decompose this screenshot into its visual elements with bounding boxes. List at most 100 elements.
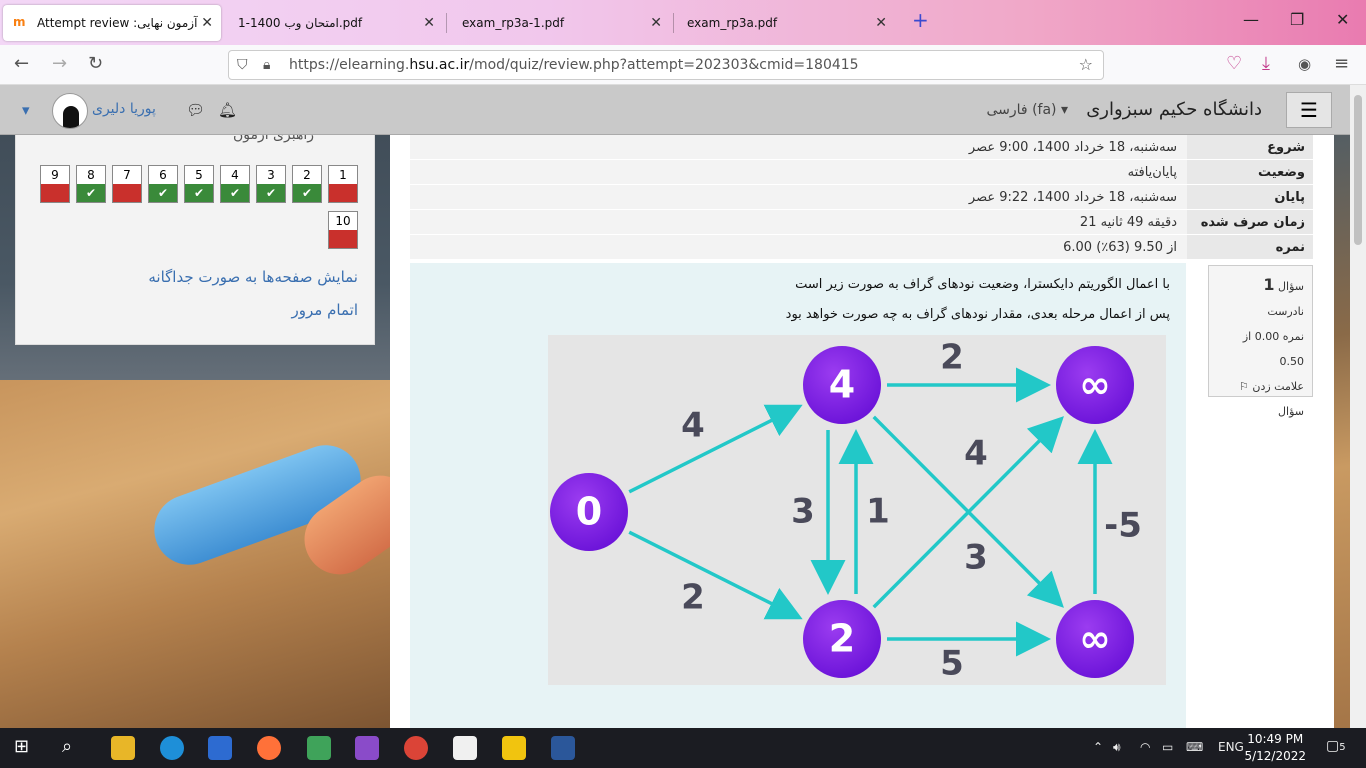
url-host: hsu.ac.ir [409,57,470,73]
language-label: فارسی (fa) [986,102,1057,118]
user-menu-caret-icon[interactable]: ▾ [22,101,30,119]
forward-icon[interactable]: → [52,53,67,74]
restore-icon[interactable]: ❐ [1290,10,1304,29]
summary-value: 6.00 از 9.50 (63٪) [410,235,1187,259]
input-language[interactable]: ENG [1218,740,1244,754]
keyboard-icon[interactable]: ⌨ [1186,740,1203,754]
question-nav-number: 4 [231,168,239,182]
new-tab-icon[interactable]: + [912,8,929,32]
tab-attempt-review[interactable]: m Attempt review :آزمون نهایی ✕ [3,5,221,41]
question-nav-button[interactable]: 3 ✔ [256,165,286,203]
flag-label: علامت زدن سؤال [1252,380,1304,418]
graph-figure: 4 2 3 1 2 3 4 5 -5 0 4 2 ∞ ∞ [548,335,1166,685]
minimize-icon[interactable]: — [1243,10,1259,29]
tab-exam-rp3a-1[interactable]: exam_rp3a-1.pdf ✕ [452,5,670,41]
graph-node-label: ∞ [1079,363,1111,407]
scrollbar-thumb[interactable] [1354,95,1362,245]
firefox-icon[interactable] [257,736,281,760]
chrome-icon[interactable] [404,736,428,760]
reload-icon[interactable]: ↻ [88,53,103,74]
check-icon: ✔ [221,184,249,202]
shield-icon[interactable]: ⛉ [237,51,248,79]
caret-down-icon: ▾ [1060,102,1068,118]
close-icon[interactable]: ✕ [423,15,435,31]
question-nav-button[interactable]: 1 [328,165,358,203]
question-nav-button[interactable]: 4 ✔ [220,165,250,203]
page-scrollbar[interactable] [1350,85,1366,728]
lock-icon: 🔒︎ [263,57,271,73]
battery-icon[interactable]: ▭ [1162,740,1173,754]
summary-key: پایان [1187,185,1313,209]
question-nav-button[interactable]: 8 ✔ [76,165,106,203]
store-icon[interactable] [208,736,232,760]
summary-key: شروع [1187,135,1313,159]
url-prefix: https://elearning. [289,57,410,73]
file-explorer-icon[interactable] [111,736,135,760]
quiz-navigation-block: راهبری آزمون 1 2 ✔ 3 ✔ 4 ✔ 5 ✔ 6 ✔ 7 8 ✔ 9 10 نمایش صفح… [15,120,375,345]
edge-weight-label: 2 [681,578,705,618]
edge-weight-label: 3 [791,492,815,532]
moodle-icon: m [13,15,26,29]
close-icon[interactable]: ✕ [875,15,887,31]
question-nav-button[interactable]: 6 ✔ [148,165,178,203]
address-bar[interactable]: ⛉ 🔒︎ https://elearning.hsu.ac.ir/mod/qui… [228,50,1104,80]
graph-edge [628,404,803,494]
avatar[interactable] [52,93,88,129]
summary-row: وضعیت پایان‌یافته [410,160,1313,185]
check-icon: ✔ [149,184,177,202]
question-nav-button[interactable]: 2 ✔ [292,165,322,203]
hamburger-menu-icon[interactable]: ☰ [1286,92,1332,128]
question-nav-number: 5 [195,168,203,182]
snipping-icon[interactable] [307,736,331,760]
download-icon[interactable]: ⤓ [1262,53,1270,74]
close-icon[interactable]: ✕ [650,15,662,31]
flag-question-link[interactable]: ⚐ علامت زدن سؤال [1217,374,1304,424]
player-icon[interactable] [502,736,526,760]
close-window-icon[interactable]: ✕ [1336,10,1349,29]
graph-node-label: 0 [576,490,602,534]
extension-icon[interactable]: ◉ [1298,55,1311,73]
volume-icon[interactable]: 🔊︎ [1113,740,1121,755]
network-icon[interactable]: ◠ [1140,740,1150,754]
clock[interactable]: 10:49 PM 5/12/2022 [1244,731,1306,765]
user-name[interactable]: پوریا دلیری [92,101,156,117]
edge-weight-label: -5 [1104,506,1142,546]
messages-icon[interactable]: 💬︎ [186,101,205,119]
site-brand[interactable]: دانشگاه حکیم سبزواری [1086,99,1262,120]
question-nav-button[interactable]: 5 ✔ [184,165,214,203]
graph-node-label: 4 [829,363,855,407]
notification-bell-icon[interactable]: 🔔︎ [218,101,237,119]
incorrect-marker [113,184,141,202]
edge-weight-label: 1 [866,492,890,532]
edge-weight-label: 4 [681,406,705,446]
tray-chevron-icon[interactable]: ⌃ [1093,740,1103,754]
clock-time: 10:49 PM [1247,732,1304,746]
question-nav-button[interactable]: 9 [40,165,70,203]
question-nav-button[interactable]: 7 [112,165,142,203]
back-icon[interactable]: ← [14,53,29,74]
edge-icon[interactable] [160,736,184,760]
graph-svg: 4 2 3 1 2 3 4 5 -5 0 4 2 ∞ ∞ [550,338,1142,684]
finish-review-link[interactable]: اتمام مرور [292,301,358,319]
question-nav-button[interactable]: 10 [328,211,358,249]
question-content: با اعمال الگوریتم دایکسترا، وضعیت نودهای… [410,263,1186,733]
bookmark-star-icon[interactable]: ☆ [1079,51,1093,79]
question-nav-number: 9 [51,168,59,182]
close-icon[interactable]: ✕ [201,15,213,31]
app-icon[interactable] [453,736,477,760]
tab-separator [673,13,674,33]
pocket-icon[interactable]: ♡ [1226,53,1242,74]
tab-exam-rp3a[interactable]: exam_rp3a.pdf ✕ [677,5,895,41]
notification-center-icon[interactable]: ▢5 [1326,738,1346,754]
search-icon[interactable]: ⌕ [62,736,86,760]
language-menu[interactable]: فارسی (fa) ▾ [987,102,1069,118]
visual-studio-icon[interactable] [355,736,379,760]
windows-taskbar: ⊞ ⌕ ⌃ 🔊︎ ◠ ▭ ⌨ ENG 10:49 PM 5/12/2022 ▢5 [0,728,1366,768]
show-pages-link[interactable]: نمایش صفحه‌ها به صورت جداگانه [148,268,358,286]
summary-value: سه‌شنبه، 18 خرداد 1400، 9:22 عصر [410,185,1187,209]
tab-pdf-web[interactable]: امتحان وب 1400-1.pdf ✕ [228,5,443,41]
summary-row: نمره 6.00 از 9.50 (63٪) [410,235,1313,260]
menu-icon[interactable]: ≡ [1334,53,1349,74]
word-icon[interactable] [551,736,575,760]
windows-start-icon[interactable]: ⊞ [14,736,38,760]
